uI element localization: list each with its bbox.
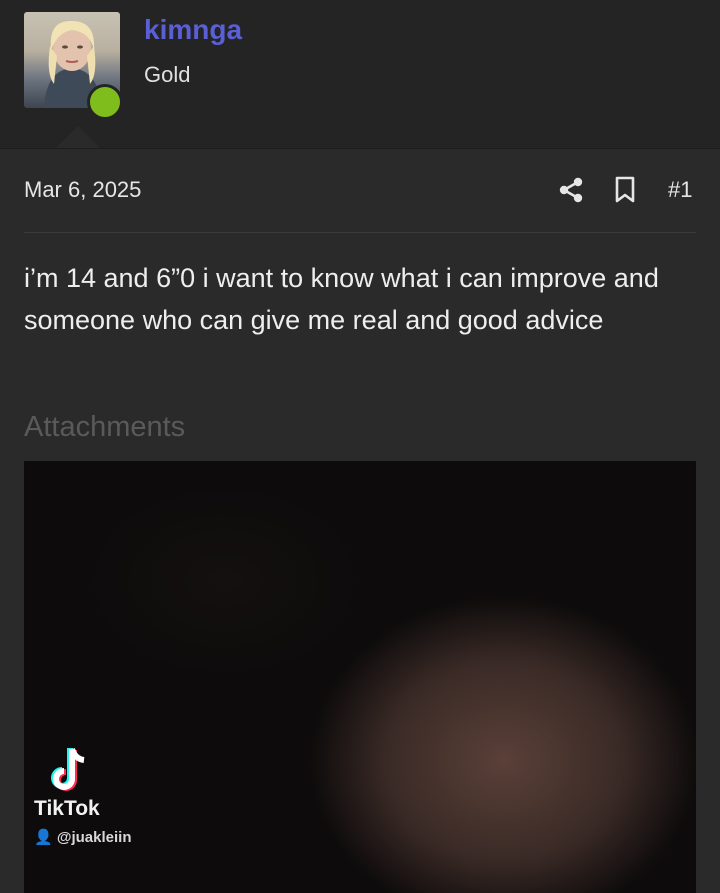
username-link[interactable]: kimnga	[144, 14, 242, 46]
online-status-indicator	[87, 84, 123, 120]
header-pointer	[56, 126, 100, 148]
avatar[interactable]	[24, 12, 123, 120]
attachment-image[interactable]: TikTok 👤 @juakleiin	[24, 461, 696, 893]
tiktok-watermark-brand: TikTok	[34, 797, 100, 820]
user-rank-title: Gold	[144, 62, 191, 87]
post-message: i’m 14 and 6”0 i want to know what i can…	[24, 263, 659, 335]
attachments-heading: Attachments	[24, 411, 186, 443]
divider	[24, 232, 696, 233]
post-author-header: kimnga Gold	[0, 0, 720, 148]
post-number-link[interactable]: #1	[668, 177, 692, 203]
post-container: Mar 6, 2025 #1 i’m 14 and 6”0 i want to …	[0, 148, 720, 893]
share-icon[interactable]	[557, 176, 585, 204]
tiktok-watermark-handle: 👤 @juakleiin	[34, 829, 132, 846]
bookmark-icon[interactable]	[613, 176, 637, 204]
tiktok-logo-icon	[51, 748, 85, 791]
post-date-link[interactable]: Mar 6, 2025	[24, 177, 141, 203]
